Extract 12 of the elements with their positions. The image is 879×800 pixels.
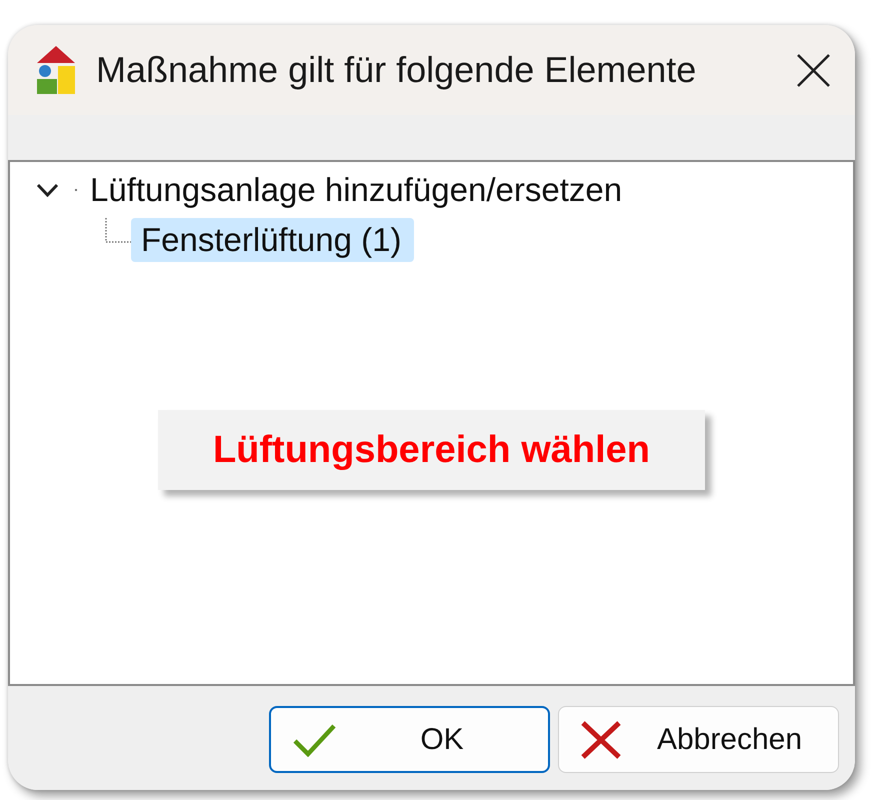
cross-icon <box>581 720 621 758</box>
tree-item[interactable]: Lüftungsanlage hinzufügen/ersetzen <box>80 168 636 212</box>
cancel-button[interactable]: Abbrechen <box>558 706 839 773</box>
close-icon[interactable] <box>797 54 830 86</box>
callout-label: Lüftungsbereich wählen <box>158 410 705 490</box>
checkmark-icon <box>293 722 336 756</box>
ok-button[interactable]: OK <box>269 706 550 773</box>
chevron-down-icon[interactable] <box>36 183 59 197</box>
window-title: Maßnahme gilt für folgende Elemente <box>96 49 698 91</box>
tree-item[interactable]: Fensterlüftung (1) <box>131 218 414 262</box>
house-icon <box>37 46 75 94</box>
tree-connector-icon <box>103 218 131 244</box>
